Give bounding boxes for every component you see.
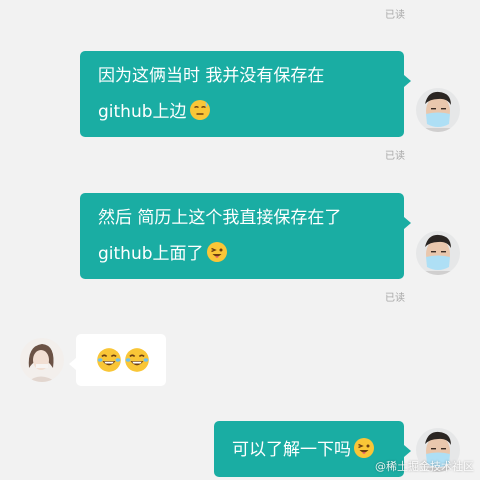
watermark: @稀土掘金技术社区 <box>375 460 474 473</box>
grimace-sweat-emoji <box>189 99 211 121</box>
read-receipt: 已读 <box>385 151 405 162</box>
message-text-line: 因为这俩当时 我并没有保存在 <box>98 66 325 86</box>
message-text-line: 可以了解一下吗 <box>232 440 351 460</box>
wink-tongue-emoji <box>206 241 228 263</box>
read-receipt: 已读 <box>385 10 405 21</box>
message-text-line: 然后 简历上这个我直接保存在了 <box>98 208 342 228</box>
outgoing-message-bubble[interactable]: 因为这俩当时 我并没有保存在 github上边 <box>80 51 411 137</box>
wink-tongue-emoji <box>353 437 375 459</box>
contact-avatar[interactable] <box>20 338 64 382</box>
my-avatar[interactable] <box>416 231 460 275</box>
message-text-line: github上面了 <box>98 244 204 264</box>
my-avatar[interactable] <box>416 88 460 132</box>
incoming-message-bubble[interactable] <box>69 334 166 386</box>
read-receipt: 已读 <box>385 293 405 304</box>
laughing-tears-emoji <box>124 347 150 373</box>
outgoing-message-bubble[interactable]: 然后 简历上这个我直接保存在了 github上面了 <box>80 193 411 279</box>
laughing-tears-emoji <box>96 347 122 373</box>
message-text-line: github上边 <box>98 102 187 122</box>
